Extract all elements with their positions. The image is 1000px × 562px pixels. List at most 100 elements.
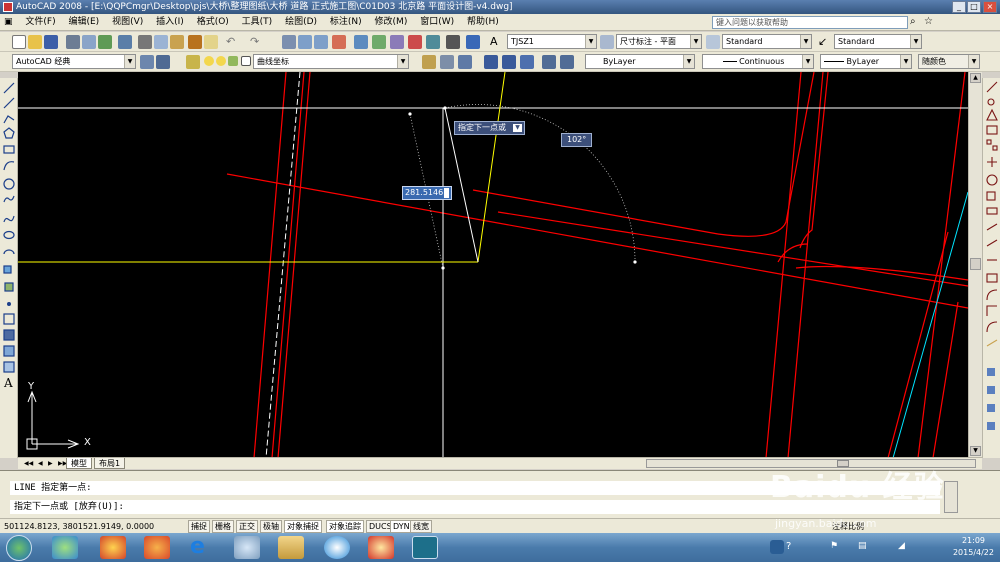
tool-palettes-icon[interactable] bbox=[390, 35, 404, 49]
layer-select[interactable]: 曲线坐标 ▼ bbox=[253, 54, 409, 69]
revcloud-icon[interactable] bbox=[3, 195, 15, 203]
chamfer-icon[interactable] bbox=[986, 305, 997, 316]
close-button[interactable]: × bbox=[983, 1, 997, 13]
osnap-toggle[interactable]: 对象捕捉 bbox=[284, 520, 322, 533]
copy-object-icon[interactable] bbox=[987, 98, 995, 106]
extend-icon[interactable] bbox=[986, 239, 998, 247]
taskbar-globe-icon[interactable] bbox=[52, 536, 78, 559]
menu-view[interactable]: 视图(V) bbox=[107, 14, 148, 31]
menu-dimension[interactable]: 标注(N) bbox=[325, 14, 367, 31]
preview-icon[interactable] bbox=[82, 35, 96, 49]
line-icon[interactable] bbox=[3, 82, 15, 94]
draworder-icon[interactable] bbox=[987, 368, 995, 376]
scale-icon[interactable] bbox=[986, 191, 996, 201]
tray-network-icon[interactable]: ▤ bbox=[858, 541, 867, 551]
region-icon[interactable] bbox=[3, 345, 15, 357]
layer-previous-icon[interactable] bbox=[440, 55, 454, 69]
text-style-icon[interactable]: A bbox=[490, 35, 504, 49]
taskbar-game-icon[interactable] bbox=[368, 536, 394, 559]
layer-states-icon[interactable] bbox=[458, 55, 472, 69]
menu-tools[interactable]: 工具(T) bbox=[237, 14, 278, 31]
command-scrollbar[interactable] bbox=[944, 481, 958, 513]
menu-draw[interactable]: 绘图(D) bbox=[280, 14, 322, 31]
circle-icon[interactable] bbox=[3, 178, 15, 190]
dim-linear-icon[interactable] bbox=[484, 55, 498, 69]
color-select[interactable]: ByLayer ▼ bbox=[585, 54, 695, 69]
otrack-toggle[interactable]: 对象追踪 bbox=[326, 520, 364, 533]
3d-icon[interactable] bbox=[118, 35, 132, 49]
table-icon[interactable] bbox=[3, 361, 15, 373]
text-edit-icon[interactable] bbox=[542, 55, 556, 69]
move-icon[interactable] bbox=[987, 157, 997, 167]
angle-input[interactable]: 102° bbox=[561, 133, 593, 147]
bring-front-icon[interactable] bbox=[987, 386, 995, 394]
zoom-window-icon[interactable] bbox=[314, 35, 328, 49]
polyline-icon[interactable] bbox=[3, 115, 15, 124]
spell-icon[interactable] bbox=[560, 55, 574, 69]
taskbar-media-icon[interactable] bbox=[324, 536, 350, 559]
paste-icon[interactable] bbox=[170, 35, 184, 49]
minimize-button[interactable]: _ bbox=[952, 1, 966, 13]
taskbar-qq-icon[interactable] bbox=[100, 536, 126, 559]
taskbar-folder-icon[interactable] bbox=[278, 536, 304, 559]
vertical-scrollbar[interactable]: ▲ ▼ bbox=[968, 72, 982, 458]
open-icon[interactable] bbox=[28, 35, 42, 49]
star-icon[interactable]: ☆ bbox=[924, 16, 933, 27]
pan-icon[interactable] bbox=[282, 35, 296, 49]
drawing-canvas[interactable]: Y X 指定下一点或 ▼ 102° 281.5146 bbox=[18, 72, 968, 458]
layer-manager-icon[interactable] bbox=[186, 55, 200, 69]
array-icon[interactable] bbox=[986, 139, 992, 145]
markup-icon[interactable] bbox=[426, 35, 440, 49]
rotate-icon[interactable] bbox=[986, 174, 998, 186]
plotstyle-select[interactable]: 随颜色 ▼ bbox=[918, 54, 980, 69]
lineweight-select[interactable]: ByLayer ▼ bbox=[820, 54, 912, 69]
layer-color-icon[interactable] bbox=[241, 56, 251, 66]
mirror-icon[interactable] bbox=[986, 108, 998, 121]
snap-toggle[interactable]: 捕捉 bbox=[188, 520, 210, 533]
zoom-previous-icon[interactable] bbox=[332, 35, 346, 49]
multileader-style-icon[interactable]: ↙ bbox=[818, 35, 832, 49]
help-search-input[interactable]: 键入问题以获取帮助 bbox=[712, 16, 908, 29]
text-style-select[interactable]: TJSZ1 ▼ bbox=[507, 34, 597, 49]
new-icon[interactable] bbox=[12, 35, 26, 49]
redo-icon[interactable]: ↷ bbox=[250, 35, 264, 49]
calculator-icon[interactable] bbox=[446, 35, 460, 49]
menu-help[interactable]: 帮助(H) bbox=[462, 14, 504, 31]
publish-icon[interactable] bbox=[98, 35, 112, 49]
design-center-icon[interactable] bbox=[372, 35, 386, 49]
taskbar-app-icon[interactable] bbox=[144, 536, 170, 559]
menu-file[interactable]: 文件(F) bbox=[20, 14, 60, 31]
dim-style-select[interactable]: 尺寸标注 - 平面 ▼ bbox=[616, 34, 702, 49]
menu-window[interactable]: 窗口(W) bbox=[415, 14, 459, 31]
ellipse-icon[interactable] bbox=[3, 230, 15, 240]
matchprop-icon[interactable] bbox=[188, 35, 202, 49]
layer-on-icon[interactable] bbox=[204, 56, 214, 66]
dim-style-icon[interactable] bbox=[600, 35, 614, 49]
rectangle-icon[interactable] bbox=[3, 145, 15, 154]
scroll-down-button[interactable]: ▼ bbox=[970, 446, 981, 456]
menu-format[interactable]: 格式(O) bbox=[192, 14, 234, 31]
scroll-up-button[interactable]: ▲ bbox=[970, 73, 981, 83]
make-current-icon[interactable] bbox=[422, 55, 436, 69]
tray-keyboard-icon[interactable] bbox=[770, 540, 784, 554]
maximize-button[interactable]: □ bbox=[967, 1, 981, 13]
workspace-select[interactable]: AutoCAD 经典 ▼ bbox=[12, 54, 136, 69]
send-back-icon[interactable] bbox=[987, 404, 995, 412]
dim-aligned-icon[interactable] bbox=[502, 55, 516, 69]
fillet-icon[interactable] bbox=[986, 321, 998, 333]
point-icon[interactable] bbox=[6, 302, 11, 307]
polar-toggle[interactable]: 极轴 bbox=[260, 520, 282, 533]
arc-icon[interactable] bbox=[3, 161, 15, 171]
spline-icon[interactable] bbox=[3, 215, 15, 223]
search-icon[interactable]: ⌕ bbox=[910, 16, 916, 27]
properties-icon[interactable] bbox=[354, 35, 368, 49]
block-editor-icon[interactable] bbox=[204, 35, 218, 49]
taskbar-autocad-icon[interactable] bbox=[412, 536, 438, 559]
tab-model[interactable]: 模型 bbox=[66, 458, 92, 469]
options-arrow-icon[interactable]: ▼ bbox=[513, 124, 522, 132]
polygon-icon[interactable] bbox=[3, 127, 15, 139]
mtext-icon[interactable]: A bbox=[3, 376, 13, 390]
grid-toggle[interactable]: 栅格 bbox=[212, 520, 234, 533]
zoom-realtime-icon[interactable] bbox=[298, 35, 312, 49]
text-front-icon[interactable] bbox=[987, 422, 995, 430]
